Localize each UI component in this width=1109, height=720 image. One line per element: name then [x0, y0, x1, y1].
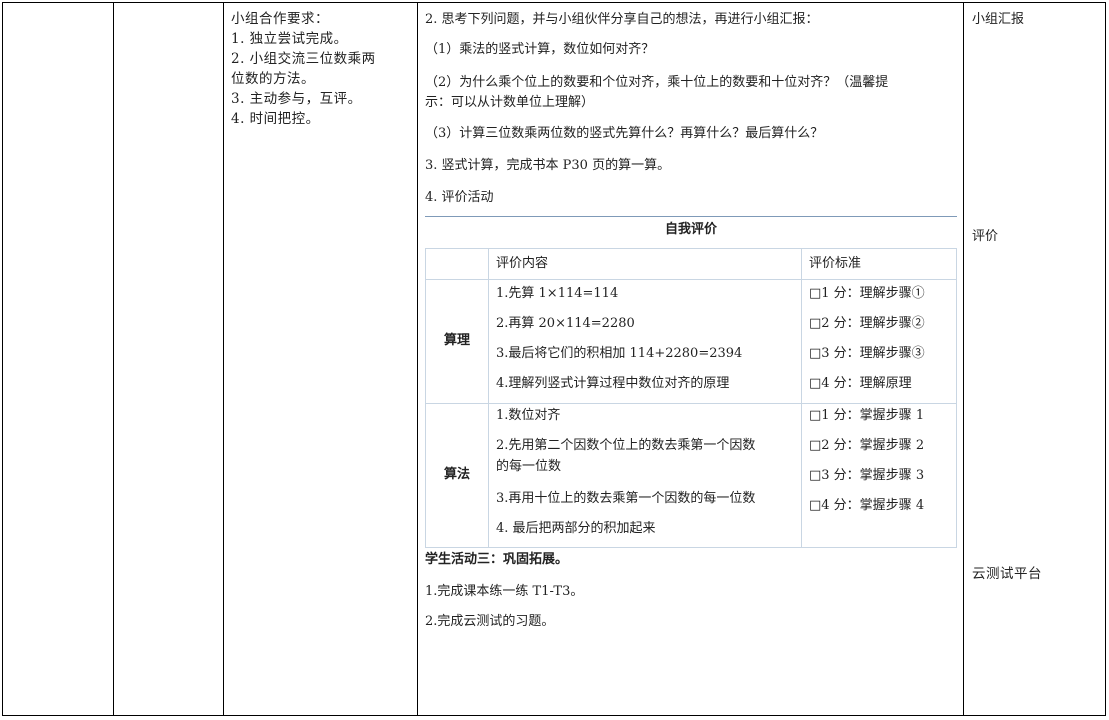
label-evaluation: 评价 [972, 229, 999, 244]
question-1: （1）乘法的竖式计算，数位如何对齐？ [425, 42, 655, 57]
eval-table-left-border [425, 248, 426, 548]
label-cloud-test-platform: 云测试平台 [972, 566, 1042, 582]
requirement-item: 3. 主动参与，互评。 [231, 91, 362, 107]
eval-table-label-divider [488, 248, 489, 548]
eval-standard-item: □4 分：理解原理 [809, 376, 912, 391]
eval-standard-item: □3 分：掌握步骤 3 [809, 468, 925, 483]
eval-content-item: 2.再算 20×114=2280 [496, 316, 635, 331]
eval-header-content: 评价内容 [496, 256, 549, 271]
eval-content-item: 1.数位对齐 [496, 408, 561, 423]
eval-standard-item: □4 分：掌握步骤 4 [809, 498, 925, 513]
eval-content-item: 的每一位数 [496, 459, 562, 474]
eval-table-header-border [425, 279, 957, 280]
step-3-text: 3. 竖式计算，完成书本 P30 页的算一算。 [425, 158, 671, 173]
eval-group-label: 算理 [443, 333, 470, 348]
activity-3-title: 学生活动三：巩固拓展。 [425, 552, 569, 567]
question-2-continued: 示：可以从计数单位上理解） [425, 95, 595, 110]
column-divider-2 [223, 2, 224, 716]
table-border-left [2, 2, 3, 716]
eval-table-title-border [425, 248, 957, 249]
requirements-heading: 小组合作要求： [231, 11, 329, 27]
eval-content-item: 1.先算 1×114=114 [496, 286, 619, 301]
requirement-item: 2. 小组交流三位数乘两 [231, 51, 376, 67]
discussion-intro: 2. 思考下列问题，并与小组伙伴分享自己的想法，再进行小组汇报： [425, 12, 819, 27]
eval-table-right-border [956, 248, 957, 548]
requirement-item: 1. 独立尝试完成。 [231, 31, 348, 47]
eval-standard-item: □2 分：理解步骤② [809, 316, 925, 331]
eval-table-bottom-border [425, 547, 957, 548]
column-divider-4 [963, 2, 964, 716]
eval-standard-item: □1 分：掌握步骤 1 [809, 408, 925, 423]
column-divider-3 [417, 2, 418, 716]
eval-content-item: 4. 最后把两部分的积加起来 [496, 521, 656, 536]
activity-3-item: 2.完成云测试的习题。 [425, 614, 555, 629]
eval-table-standard-divider [801, 248, 802, 548]
eval-content-item: 3.最后将它们的积相加 114+2280=2394 [496, 346, 743, 361]
eval-table-title: 自我评价 [664, 222, 717, 237]
eval-standard-item: □2 分：掌握步骤 2 [809, 438, 925, 453]
eval-content-item: 2.先用第二个因数个位上的数去乘第一个因数 [496, 438, 756, 453]
table-border-right [1105, 2, 1106, 716]
requirement-item: 位数的方法。 [231, 71, 315, 87]
eval-standard-item: □3 分：理解步骤③ [809, 346, 925, 361]
eval-table-top-border [425, 216, 957, 217]
table-border-top [2, 2, 1106, 3]
eval-content-item: 3.再用十位上的数去乘第一个因数的每一位数 [496, 491, 756, 506]
table-border-bottom [2, 715, 1106, 716]
step-4-text: 4. 评价活动 [425, 190, 494, 205]
question-2: （2）为什么乘个位上的数要和个位对齐，乘十位上的数要和十位对齐？（温馨提 [425, 75, 889, 90]
eval-standard-item: □1 分：理解步骤① [809, 286, 925, 301]
eval-table-group-border [425, 403, 957, 404]
question-3: （3）计算三位数乘两位数的竖式先算什么？再算什么？最后算什么？ [425, 126, 824, 141]
activity-3-item: 1.完成课本练一练 T1-T3。 [425, 584, 584, 599]
label-group-report: 小组汇报 [972, 12, 1025, 27]
eval-content-item: 4.理解列竖式计算过程中数位对齐的原理 [496, 376, 730, 391]
eval-group-label: 算法 [443, 467, 470, 482]
column-divider-1 [113, 2, 114, 716]
requirement-item: 4. 时间把控。 [231, 111, 320, 127]
eval-header-standard: 评价标准 [809, 256, 862, 271]
